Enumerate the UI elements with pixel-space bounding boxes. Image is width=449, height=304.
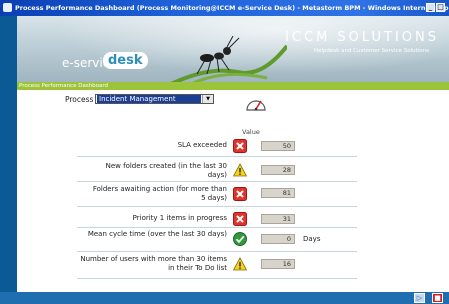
- metric-label: Mean cycle time (over the last 30 days): [87, 230, 227, 238]
- row-divider: [77, 206, 357, 207]
- error-icon: [233, 187, 247, 201]
- metric-value: 31: [261, 214, 295, 224]
- ie-app-icon: [3, 3, 12, 12]
- metric-value: 50: [261, 141, 295, 151]
- play-icon[interactable]: ▷: [414, 293, 425, 303]
- process-select-value: Incident Management: [97, 95, 201, 103]
- status-bar: ▷ ■: [0, 292, 449, 304]
- error-icon: [233, 139, 247, 153]
- process-label: Process: [65, 95, 94, 104]
- error-icon: [233, 212, 247, 226]
- process-select[interactable]: Incident Management ▼: [95, 94, 214, 104]
- row-divider: [77, 156, 357, 157]
- chevron-down-icon[interactable]: ▼: [202, 95, 213, 103]
- section-title-bar: Process Performance Dashboard: [17, 82, 449, 90]
- row-divider: [77, 278, 357, 279]
- logo-word: desk: [103, 52, 148, 69]
- metric-label: Priority 1 items in progress: [132, 214, 227, 222]
- speedometer-icon: [246, 100, 266, 111]
- value-column-header: Value: [242, 128, 260, 136]
- warning-icon: [233, 257, 247, 271]
- maximize-button[interactable]: □: [436, 3, 445, 12]
- metric-label: Folders awaiting action (for more than 5…: [92, 185, 227, 202]
- window-title: Process Performance Dashboard (Process M…: [15, 4, 449, 12]
- metric-value: 28: [261, 165, 295, 175]
- section-title: Process Performance Dashboard: [19, 83, 109, 89]
- metric-value: 0: [261, 234, 295, 244]
- minimize-button[interactable]: _: [426, 3, 435, 12]
- metric-value: 16: [261, 259, 295, 269]
- metric-value: 81: [261, 188, 295, 198]
- row-divider: [77, 227, 357, 228]
- window-title-bar: Process Performance Dashboard (Process M…: [0, 0, 449, 16]
- row-divider: [77, 251, 357, 252]
- metric-label: Number of users with more than 30 items …: [80, 255, 227, 272]
- row-divider: [77, 181, 357, 182]
- metric-unit: Days: [303, 235, 321, 243]
- header-banner: e-service desk ICCM SOLUTIONS Helpdesk a…: [17, 16, 449, 82]
- warning-icon: [233, 163, 247, 177]
- stop-icon[interactable]: ■: [432, 293, 443, 303]
- metric-label: New folders created (in the last 30 days…: [105, 162, 227, 179]
- left-frame-strip: [0, 16, 17, 292]
- metric-label: SLA exceeded: [177, 141, 227, 149]
- brand-name: ICCM SOLUTIONS: [285, 30, 439, 45]
- ok-check-icon: [233, 232, 247, 246]
- ant-on-grass-illustration: [170, 36, 287, 82]
- brand-tagline: Helpdesk and Customer Service Solutions: [313, 48, 429, 54]
- dashboard-page: e-service desk ICCM SOLUTIONS Helpdesk a…: [17, 16, 449, 292]
